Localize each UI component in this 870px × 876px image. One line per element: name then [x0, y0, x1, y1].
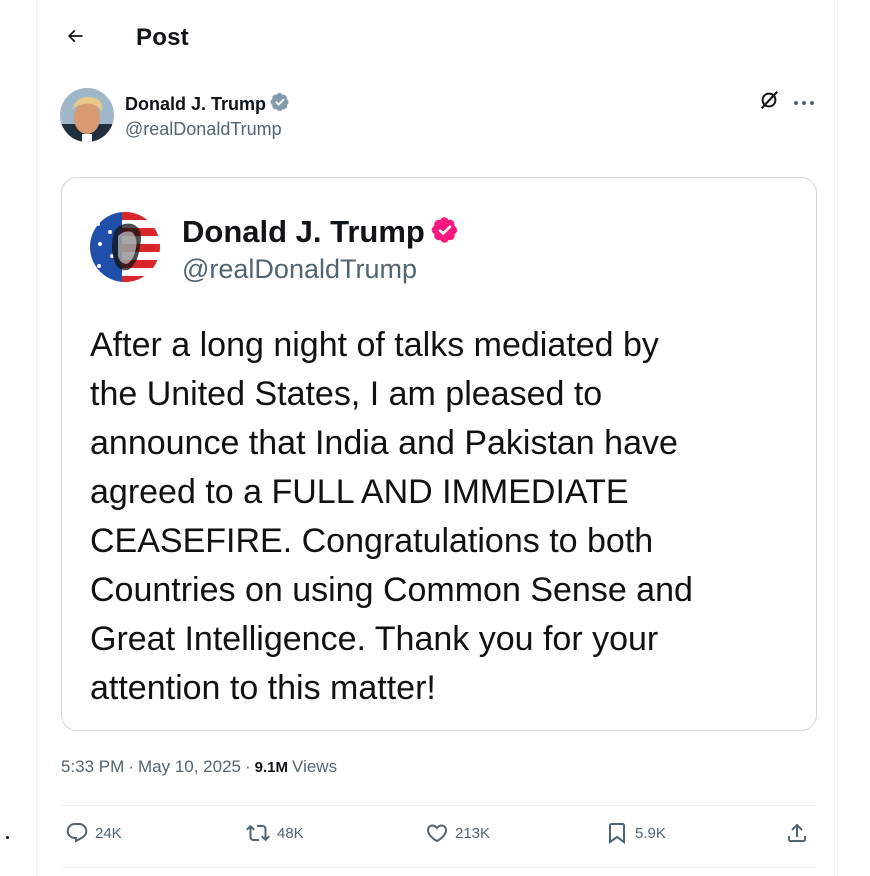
repost-count: 48K — [277, 824, 304, 842]
repost-icon — [245, 821, 271, 845]
repost-button[interactable]: 48K — [245, 821, 304, 845]
bookmark-count: 5.9K — [635, 824, 666, 842]
embedded-author-handle: @realDonaldTrump — [182, 254, 417, 284]
embedded-name-group: Donald J. Trump — [182, 214, 459, 250]
reply-icon — [65, 821, 89, 845]
main-column: Post Donald J. Trump @realDonaldTrump Do… — [36, 0, 838, 876]
page-title: Post — [136, 24, 189, 51]
embedded-post-card[interactable]: Donald J. Trump @realDonaldTrump After a… — [61, 177, 817, 731]
divider — [61, 867, 817, 868]
views-label: Views — [292, 757, 338, 776]
post-time[interactable]: 5:33 PM — [61, 757, 124, 777]
meta-separator: · — [128, 757, 134, 776]
page-header: Post — [37, 0, 837, 78]
grok-button[interactable] — [755, 88, 783, 116]
divider — [61, 805, 817, 806]
more-dots-icon — [793, 93, 815, 111]
share-icon — [785, 821, 809, 845]
back-button[interactable] — [57, 20, 93, 56]
meta-separator: · — [245, 757, 251, 776]
like-button[interactable]: 213K — [425, 821, 490, 845]
bookmark-icon — [605, 821, 629, 845]
views-count: 9.1M — [254, 759, 289, 776]
post-author-row: Donald J. Trump @realDonaldTrump — [37, 86, 837, 146]
arrow-left-icon — [65, 26, 85, 51]
more-options-button[interactable] — [789, 88, 819, 116]
reply-count: 24K — [95, 824, 122, 842]
author-name[interactable]: Donald J. Trump — [125, 94, 266, 115]
action-bar: 24K 48K 213K 5.9K — [37, 815, 837, 859]
verified-badge-icon — [270, 92, 290, 117]
author-handle[interactable]: @realDonaldTrump — [125, 119, 282, 140]
grok-icon — [758, 89, 780, 116]
share-button[interactable] — [785, 821, 809, 845]
avatar[interactable] — [60, 88, 114, 142]
post-date[interactable]: May 10, 2025 — [138, 757, 241, 777]
author-name-group: Donald J. Trump — [125, 92, 290, 117]
like-count: 213K — [455, 824, 491, 842]
post-meta: 5:33 PM · May 10, 2025 · 9.1M Views — [61, 757, 337, 777]
verified-badge-icon — [431, 216, 459, 249]
page-dot — [6, 836, 9, 839]
reply-button[interactable]: 24K — [65, 821, 122, 845]
heart-icon — [425, 821, 449, 845]
embedded-post-text: After a long night of talks mediated by … — [90, 326, 693, 707]
embedded-avatar — [90, 212, 160, 282]
embedded-author-name: Donald J. Trump — [182, 214, 425, 249]
bookmark-button[interactable]: 5.9K — [605, 821, 666, 845]
